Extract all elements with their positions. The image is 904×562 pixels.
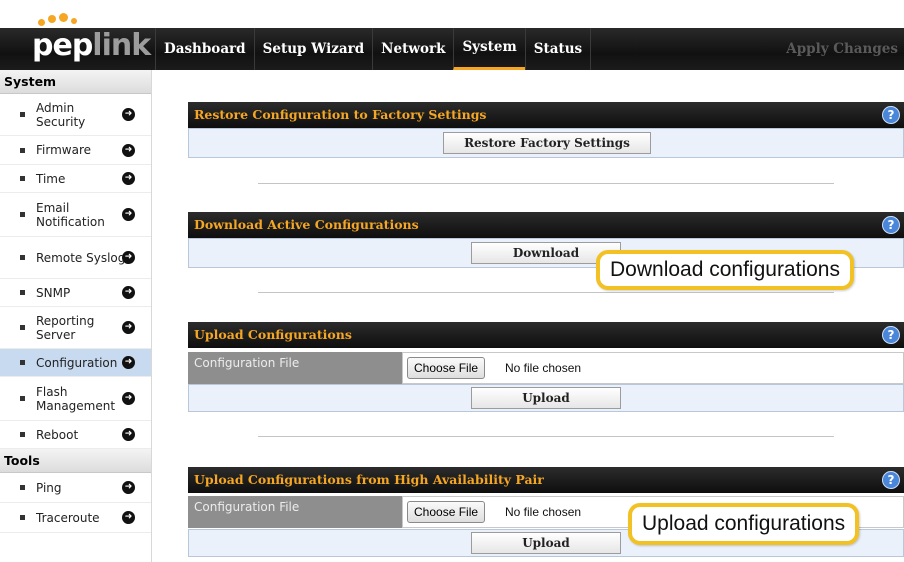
help-icon[interactable]: ? (882, 216, 900, 234)
bullet-icon (20, 212, 25, 217)
ha-configuration-file-label: Configuration File (188, 496, 402, 528)
configuration-file-field: Choose File No file chosen (402, 352, 904, 384)
sidebar-item-firmware[interactable]: Firmware ➜ (0, 136, 151, 165)
download-configurations-callout: Download configurations (596, 250, 854, 290)
sidebar-section-system: System (0, 70, 151, 94)
bullet-icon (20, 112, 25, 117)
panel-title: Restore Configuration to Factory Setting… (194, 107, 487, 122)
upload-panel-header: Upload Configurations ? (188, 322, 904, 348)
arrow-right-icon: ➜ (122, 481, 135, 494)
arrow-right-icon: ➜ (122, 208, 135, 221)
help-icon[interactable]: ? (882, 106, 900, 124)
sidebar-item-flash-management[interactable]: Flash Management ➜ (0, 377, 151, 421)
choose-file-button[interactable]: Choose File (407, 357, 486, 379)
sidebar-item-email-notification[interactable]: Email Notification ➜ (0, 193, 151, 237)
bullet-icon (20, 396, 25, 401)
arrow-right-icon: ➜ (122, 321, 135, 334)
sidebar-item-label: Reporting Server (36, 313, 95, 342)
panel-title: Download Active Configurations (194, 217, 419, 232)
nav-dashboard[interactable]: Dashboard (155, 28, 254, 70)
sidebar-item-label: Admin Security (36, 100, 86, 129)
sidebar-item-traceroute[interactable]: Traceroute ➜ (0, 503, 151, 533)
bullet-icon (20, 290, 25, 295)
bullet-icon (20, 325, 25, 330)
configuration-file-label: Configuration File (188, 352, 402, 384)
sidebar-item-snmp[interactable]: SNMP ➜ (0, 279, 151, 307)
logo-wordmark: peplink (32, 28, 151, 63)
peplink-logo[interactable]: peplink (0, 0, 151, 70)
section-divider (258, 183, 834, 184)
restore-row: Restore Factory Settings (188, 128, 904, 158)
arrow-right-icon: ➜ (122, 286, 135, 299)
sidebar-item-ping[interactable]: Ping ➜ (0, 473, 151, 503)
help-icon[interactable]: ? (882, 326, 900, 344)
sidebar-item-time[interactable]: Time ➜ (0, 165, 151, 193)
sidebar-item-remote-syslog[interactable]: Remote Syslog ➜ (0, 237, 151, 279)
main-nav: Dashboard Setup Wizard Network System St… (155, 28, 592, 70)
panel-title: Upload Configurations from High Availabi… (194, 472, 544, 487)
ha-choose-file-button[interactable]: Choose File (407, 501, 486, 523)
arrow-right-icon: ➜ (122, 108, 135, 121)
sidebar-item-configuration[interactable]: Configuration ➜ (0, 349, 151, 377)
bullet-icon (20, 255, 25, 260)
arrow-right-icon: ➜ (122, 172, 135, 185)
upload-row: Upload (188, 384, 904, 412)
bullet-icon (20, 360, 25, 365)
bullet-icon (20, 515, 25, 520)
nav-network[interactable]: Network (372, 28, 453, 70)
sidebar-item-label: Ping (36, 480, 62, 495)
sidebar-item-reboot[interactable]: Reboot ➜ (0, 421, 151, 449)
header: peplink Dashboard Setup Wizard Network S… (0, 0, 904, 70)
arrow-right-icon: ➜ (122, 356, 135, 369)
arrow-right-icon: ➜ (122, 428, 135, 441)
no-file-chosen-text: No file chosen (505, 361, 582, 375)
upload-ha-button[interactable]: Upload (471, 532, 621, 554)
section-divider (258, 292, 834, 293)
sidebar-item-label: Remote Syslog (36, 250, 126, 265)
arrow-right-icon: ➜ (122, 251, 135, 264)
help-icon[interactable]: ? (882, 471, 900, 489)
upload-button[interactable]: Upload (471, 387, 621, 409)
bullet-icon (20, 432, 25, 437)
bullet-icon (20, 147, 25, 153)
main-content: Restore Configuration to Factory Setting… (152, 70, 904, 562)
sidebar-item-reporting-server[interactable]: Reporting Server ➜ (0, 307, 151, 349)
sidebar-item-label: Firmware (36, 143, 91, 157)
arrow-right-icon: ➜ (122, 511, 135, 524)
sidebar-item-label: Time (36, 171, 66, 186)
upload-ha-panel-header: Upload Configurations from High Availabi… (188, 467, 904, 493)
nav-system[interactable]: System (453, 28, 525, 70)
upload-configurations-callout: Upload configurations (628, 503, 860, 545)
arrow-right-icon: ➜ (122, 143, 135, 157)
sidebar-item-label: Reboot (36, 427, 79, 442)
restore-panel-header: Restore Configuration to Factory Setting… (188, 102, 904, 128)
sidebar-item-label: Email Notification (36, 200, 105, 229)
bullet-icon (20, 176, 25, 181)
sidebar-item-label: Configuration (36, 355, 118, 370)
sidebar-item-admin-security[interactable]: Admin Security ➜ (0, 94, 151, 136)
nav-setup-wizard[interactable]: Setup Wizard (253, 28, 373, 70)
download-panel-header: Download Active Configurations ? (188, 212, 904, 238)
panel-title: Upload Configurations (194, 327, 352, 342)
apply-changes-button[interactable]: Apply Changes (786, 28, 898, 70)
sidebar: System Admin Security ➜ Firmware ➜ Time … (0, 70, 152, 562)
section-divider (258, 436, 834, 437)
sidebar-item-label: Traceroute (36, 510, 100, 525)
ha-no-file-chosen-text: No file chosen (505, 505, 582, 519)
arrow-right-icon: ➜ (122, 392, 135, 405)
bullet-icon (20, 485, 25, 490)
sidebar-item-label: SNMP (36, 285, 71, 300)
sidebar-item-label: Flash Management (36, 384, 116, 413)
restore-factory-settings-button[interactable]: Restore Factory Settings (443, 132, 651, 154)
nav-status[interactable]: Status (524, 28, 592, 70)
sidebar-section-tools: Tools (0, 449, 151, 473)
